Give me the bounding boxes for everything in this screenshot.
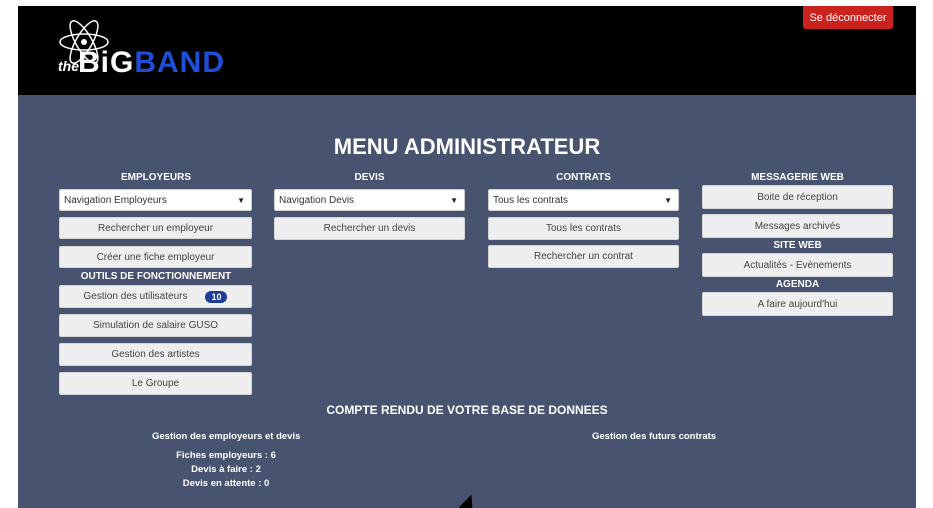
todo-today-button[interactable]: A faire aujourd'hui — [702, 292, 893, 316]
manage-users-label: Gestion des utilisateurs — [83, 291, 188, 302]
users-count-badge: 10 — [205, 290, 228, 303]
big-band-logo[interactable]: the BiGBAND — [56, 18, 224, 80]
logout-button[interactable]: Se déconnecter — [803, 6, 893, 29]
logo-wordmark: BiGBAND — [78, 48, 225, 78]
search-devis-button[interactable]: Rechercher un devis — [274, 217, 465, 240]
logo-big: BiG — [78, 46, 135, 79]
manage-artists-button[interactable]: Gestion des artistes — [59, 343, 252, 366]
devis-heading: DEVIS — [354, 172, 385, 183]
outils-heading: OUTILS DE FONCTIONNEMENT — [80, 271, 232, 282]
stat-fiches-employeurs: Fiches employeurs : 6 — [176, 450, 276, 461]
stat-devis-en-attente: Devis en attente : 0 — [182, 478, 270, 489]
chevron-down-icon: ▼ — [237, 196, 245, 205]
logo-the: the — [58, 58, 79, 74]
create-employeur-button[interactable]: Créer une fiche employeur — [59, 246, 252, 268]
agenda-heading: AGENDA — [775, 279, 820, 290]
report-right-title: Gestion des futurs contrats — [592, 431, 717, 442]
chevron-down-icon: ▼ — [450, 196, 458, 205]
manage-users-button[interactable]: Gestion des utilisateurs 10 — [59, 285, 252, 308]
chevron-down-icon: ▼ — [664, 196, 672, 205]
report-left-title: Gestion des employeurs et devis — [152, 431, 301, 442]
employeurs-nav-select[interactable]: Navigation Employeurs ▼ — [59, 189, 252, 211]
guso-simulation-button[interactable]: Simulation de salaire GUSO — [59, 314, 252, 337]
site-web-heading: SITE WEB — [773, 240, 822, 251]
employeurs-heading: EMPLOYEURS — [120, 172, 191, 183]
devis-select-value: Navigation Devis — [279, 194, 355, 206]
inbox-button[interactable]: Boite de réception — [702, 185, 893, 209]
all-contracts-button[interactable]: Tous les contrats — [488, 217, 679, 240]
search-employeur-button[interactable]: Rechercher un employeur — [59, 217, 252, 239]
report-title: COMPTE RENDU DE VOTRE BASE DE DONNEES — [326, 403, 608, 417]
archived-messages-button[interactable]: Messages archivés — [702, 214, 893, 238]
messagerie-heading: MESSAGERIE WEB — [751, 172, 844, 183]
logo-band: BAND — [134, 46, 226, 79]
contrats-heading: CONTRATS — [556, 172, 611, 183]
news-events-button[interactable]: Actualités - Evènements — [702, 253, 893, 277]
contrats-select-value: Tous les contrats — [493, 194, 569, 206]
app-frame: the BiGBAND Se déconnecter MENU ADMINIST… — [18, 6, 916, 508]
contrats-nav-select[interactable]: Tous les contrats ▼ — [488, 189, 679, 211]
devis-nav-select[interactable]: Navigation Devis ▼ — [274, 189, 465, 211]
group-button[interactable]: Le Groupe — [59, 372, 252, 395]
mouse-cursor-icon — [456, 491, 480, 508]
page-title: MENU ADMINISTRATEUR — [333, 134, 601, 159]
employeurs-select-value: Navigation Employeurs — [64, 194, 167, 206]
top-bar: the BiGBAND Se déconnecter — [18, 6, 916, 95]
search-contract-button[interactable]: Rechercher un contrat — [488, 245, 679, 268]
stat-devis-a-faire: Devis à faire : 2 — [191, 464, 261, 475]
